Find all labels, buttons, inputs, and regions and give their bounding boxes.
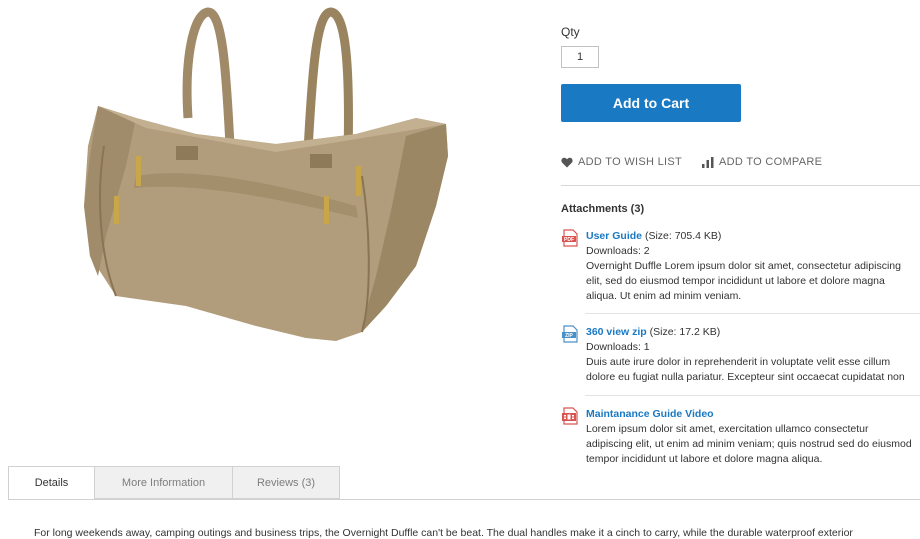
pdf-file-icon: PDF — [562, 229, 578, 247]
add-to-cart-button[interactable]: Add to Cart — [561, 84, 741, 122]
add-to-compare-label: ADD TO COMPARE — [719, 156, 823, 168]
attachment-description-line: Duis aute irure dolor in reprehenderit i… — [586, 356, 891, 368]
product-info-tabs: Details More Information Reviews (3) — [8, 466, 340, 500]
attachment-description-line: Lorem ipsum dolor sit amet, exercitation… — [586, 423, 869, 435]
attachment-separator — [585, 313, 920, 314]
attachment-description-line: elit, sed do eiusmod tempor incididunt u… — [586, 275, 885, 287]
attachment-downloads: Downloads: 2 — [586, 245, 650, 257]
attachment-size: (Size: 705.4 KB) — [644, 230, 722, 242]
attachment-description-line: dolore eu fugiat nulla pariatur. Excepte… — [586, 371, 905, 383]
attachment-description-line: tempor incididunt ut labore et dolore ma… — [586, 453, 823, 465]
attachment-description-line: Overnight Duffle Lorem ipsum dolor sit a… — [586, 260, 901, 272]
attachment-description-line: adipiscing elit, ut enim ad minim veniam… — [586, 438, 912, 450]
add-to-compare-link[interactable]: ADD TO COMPARE — [702, 156, 822, 168]
attachment-link[interactable]: 360 view zip — [586, 326, 647, 338]
product-social-links: ADD TO WISH LIST ADD TO COMPARE — [561, 156, 842, 168]
tab-details[interactable]: Details — [8, 466, 94, 500]
divider — [561, 185, 920, 186]
attachment-link[interactable]: Maintanance Guide Video — [586, 408, 714, 420]
attachment-separator — [585, 395, 920, 396]
tabs-divider — [8, 499, 920, 500]
svg-text:PDF: PDF — [564, 237, 574, 243]
add-to-wishlist-label: ADD TO WISH LIST — [578, 156, 683, 168]
qty-input[interactable] — [561, 46, 599, 68]
svg-text:ZIP: ZIP — [565, 333, 573, 339]
heart-icon — [561, 157, 573, 167]
tab-more-information[interactable]: More Information — [94, 466, 232, 499]
attachment-size: (Size: 17.2 KB) — [649, 326, 721, 338]
attachment-item: Maintanance Guide Video Lorem ipsum dolo… — [561, 407, 920, 467]
attachment-item: PDF User Guide (Size: 705.4 KB) Download… — [561, 229, 920, 304]
qty-label: Qty — [561, 25, 580, 39]
video-file-icon — [562, 407, 578, 425]
attachment-description-line: aliqua. Ut enim ad minim veniam. — [586, 290, 742, 302]
attachments-title: Attachments (3) — [561, 203, 645, 215]
product-description: For long weekends away, camping outings … — [34, 527, 853, 539]
add-to-wishlist-link[interactable]: ADD TO WISH LIST — [561, 156, 682, 168]
zip-file-icon: ZIP — [562, 325, 578, 343]
attachment-downloads: Downloads: 1 — [586, 341, 650, 353]
attachment-link[interactable]: User Guide — [586, 230, 642, 242]
bar-chart-icon — [702, 156, 714, 168]
tab-reviews[interactable]: Reviews (3) — [232, 466, 340, 499]
attachment-item: ZIP 360 view zip (Size: 17.2 KB) Downloa… — [561, 325, 920, 385]
product-image — [84, 7, 448, 341]
